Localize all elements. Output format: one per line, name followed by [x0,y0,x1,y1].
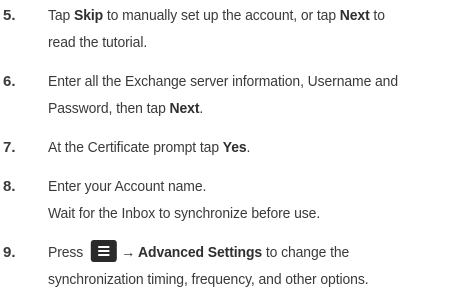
step-line: Password, then tap Next. [48,95,427,122]
step-line: At the Certificate prompt tap Yes. [48,134,427,161]
step-9: 9. Press → Advanced Settings to change th… [0,239,464,293]
text: . [246,139,251,156]
step-5: 5. Tap Skip to manually set up the accou… [0,2,464,56]
step-text: Press → Advanced Settings to change the s… [48,239,435,293]
text: . [199,100,204,117]
step-number: 6. [3,73,16,90]
step-number: 5. [3,7,16,24]
step-number: 9. [3,244,16,261]
text: to manually set up the account, or tap [103,7,340,24]
step-number: 8. [3,178,16,195]
step-line: read the tutorial. [48,34,148,51]
next-keyword: Next [339,7,370,24]
arrow-icon: → [121,244,136,261]
text: to change the [262,244,350,261]
step-line: Wait for the Inbox to synchronize before… [48,205,321,222]
text: to [369,7,385,24]
skip-keyword: Skip [73,7,104,24]
advanced-settings-keyword: Advanced Settings [138,244,263,261]
step-8: 8. Enter your Account name. Wait for the… [0,173,464,227]
step-line: Press → Advanced Settings to change the [48,239,427,266]
yes-keyword: Yes [222,139,247,156]
step-6: 6. Enter all the Exchange server informa… [0,68,464,122]
step-number: 7. [3,139,16,156]
text: Press [48,244,87,261]
step-text: Enter your Account name. Wait for the In… [48,173,435,227]
step-text: Tap Skip to manually set up the account,… [48,2,435,56]
step-line: synchronization timing, frequency, and o… [48,271,369,288]
menu-key-icon [90,240,117,262]
text: Tap [48,7,74,24]
next-keyword: Next [169,100,200,117]
step-7: 7. At the Certificate prompt tap Yes. [0,134,464,161]
step-line: Enter your Account name. [48,178,207,195]
text: At the Certificate prompt tap [48,139,223,156]
instruction-page: 5. Tap Skip to manually set up the accou… [0,0,464,290]
text: Password, then tap [48,100,170,117]
step-line: Tap Skip to manually set up the account,… [48,2,427,29]
step-text: At the Certificate prompt tap Yes. [48,134,435,161]
step-line: Enter all the Exchange server informatio… [48,73,399,90]
step-text: Enter all the Exchange server informatio… [48,68,435,122]
